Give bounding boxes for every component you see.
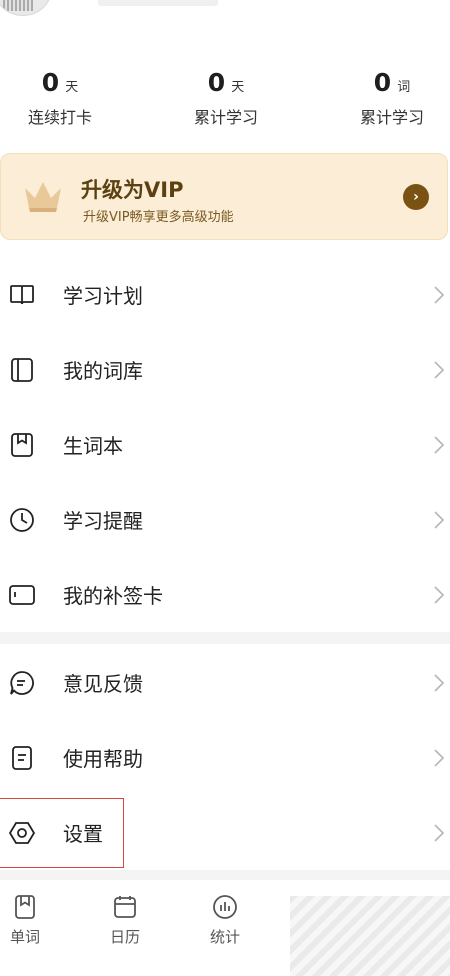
stat-unit: 天 [65, 80, 79, 95]
stat-value: 0 [207, 68, 226, 97]
stat-label: 累计学习 [359, 108, 424, 127]
menu-item-feedback[interactable]: 意见反馈 [0, 654, 450, 714]
vip-title: 升级为VIP [81, 178, 184, 202]
chevron-right-icon [434, 361, 445, 379]
tab-stats[interactable]: 统计 [195, 894, 255, 947]
book-open-icon [10, 285, 34, 305]
menu-item-help[interactable]: 使用帮助 [0, 729, 450, 789]
chevron-right-icon [434, 286, 445, 304]
notebook-icon [11, 433, 33, 457]
settings-highlight-box [0, 798, 124, 868]
stats-row: 0天 连续打卡 0天 累计学习 0词 累计学习 [0, 68, 450, 128]
menu-label: 学习提醒 [63, 509, 143, 533]
stat-label: 累计学习 [193, 108, 258, 127]
blurred-tab-area [290, 896, 450, 976]
chevron-right-icon [434, 824, 445, 842]
tab-label: 日历 [109, 928, 140, 946]
username-crop [98, 0, 218, 6]
menu-item-study-reminder[interactable]: 学习提醒 [0, 491, 450, 551]
chevron-right-icon [434, 586, 445, 604]
chevron-right-icon [434, 674, 445, 692]
stat-total-words: 0词 累计学习 [332, 68, 450, 128]
wordbank-icon [11, 358, 33, 382]
chat-bubble-icon [10, 671, 34, 695]
menu-label: 生词本 [63, 434, 123, 458]
book-tab-icon [15, 895, 35, 919]
stat-total-days: 0天 累计学习 [166, 68, 286, 128]
card-icon [9, 585, 35, 605]
menu-label: 意见反馈 [63, 672, 143, 696]
avatar[interactable] [0, 0, 52, 16]
tab-label: 单词 [9, 928, 40, 946]
menu-item-word-bank[interactable]: 我的词库 [0, 341, 450, 401]
stat-streak: 0天 连续打卡 [0, 68, 120, 128]
stat-unit: 天 [231, 80, 245, 95]
chevron-right-icon [434, 749, 445, 767]
crown-icon [25, 182, 61, 212]
tab-calendar[interactable]: 日历 [95, 894, 155, 947]
menu-label: 我的词库 [63, 359, 143, 383]
tabbar-divider [0, 870, 450, 880]
section-divider [0, 632, 450, 644]
vip-arrow-button[interactable]: › [403, 184, 429, 210]
vip-upgrade-banner[interactable]: 升级为VIP 升级VIP畅享更多高级功能 › [0, 153, 448, 240]
clock-icon [10, 508, 34, 532]
stat-value: 0 [41, 68, 60, 97]
menu-label: 学习计划 [63, 284, 143, 308]
stat-label: 连续打卡 [27, 108, 92, 127]
menu-item-makeup-card[interactable]: 我的补签卡 [0, 566, 450, 626]
help-doc-icon [12, 746, 32, 770]
chevron-right-icon [434, 436, 445, 454]
menu-label: 使用帮助 [63, 747, 143, 771]
menu-item-vocab-book[interactable]: 生词本 [0, 416, 450, 476]
menu-item-study-plan[interactable]: 学习计划 [0, 266, 450, 326]
stat-unit: 词 [397, 80, 411, 95]
tab-words[interactable]: 单词 [0, 894, 55, 947]
tab-label: 统计 [209, 928, 240, 946]
chart-icon [213, 895, 237, 919]
stat-value: 0 [373, 68, 392, 97]
menu-label: 我的补签卡 [63, 584, 163, 608]
calendar-icon [114, 896, 136, 918]
chevron-right-icon [434, 511, 445, 529]
vip-subtitle: 升级VIP畅享更多高级功能 [83, 210, 234, 225]
